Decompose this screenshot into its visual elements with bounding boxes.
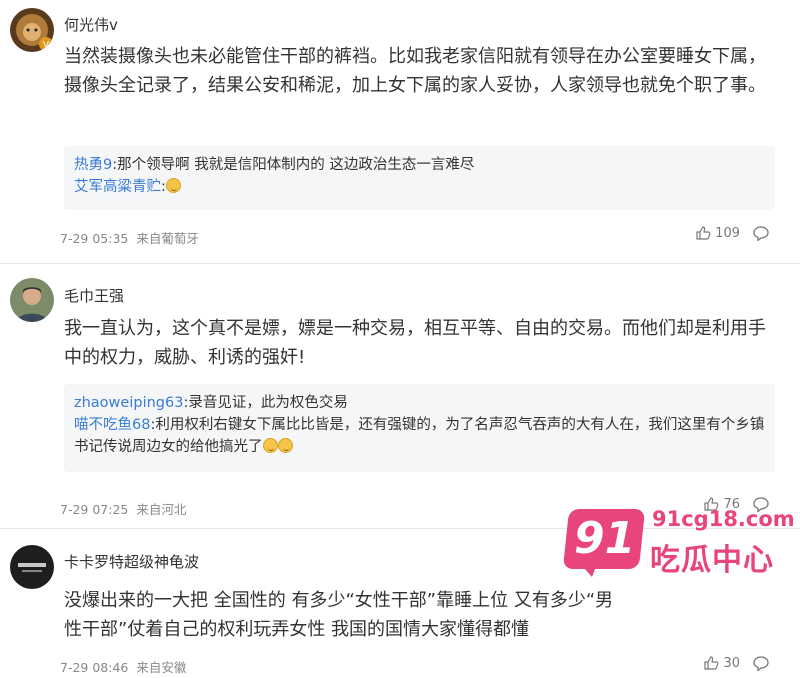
- comment-1: V 何光伟v 当然装摄像头也未必能管住干部的裤裆。比如我老家信阳就有领导在办公室…: [0, 0, 800, 262]
- comment-time: 7-29 05:35: [60, 231, 129, 246]
- comment-meta: 7-29 05:35 来自葡萄牙: [60, 228, 199, 247]
- watermark-site: 91cg18.com: [652, 507, 795, 531]
- reply-box[interactable]: zhaoweiping63:录音见证，此为权色交易 喵不吃鱼68:利用权利右键女…: [64, 384, 775, 472]
- thumbs-up-icon: [696, 226, 711, 240]
- comment-2: 毛巾王强 我一直认为，这个真不是嫖，嫖是一种交易，相互平等、自由的交易。而他们却…: [0, 264, 800, 527]
- avatar[interactable]: [10, 545, 54, 589]
- watermark: 91 91cg18.com 吃瓜中心: [562, 505, 800, 595]
- comment-author[interactable]: 何光伟v: [64, 14, 118, 35]
- watermark-badge-text: 91: [574, 513, 636, 564]
- reply-text: :录音见证，此为权色交易: [183, 395, 348, 411]
- like-count: 30: [723, 655, 740, 671]
- reply-line: 热勇9:那个领导啊 我就是信阳体制内的 这边政治生态一言难尽: [74, 154, 765, 176]
- reply-user[interactable]: 热勇9: [74, 157, 112, 173]
- comment-text: 没爆出来的一大把 全国性的 有多少“女性干部”靠睡上位 又有多少“男性干部”仗着…: [64, 590, 614, 640]
- comment-time: 7-29 08:46: [60, 660, 129, 675]
- comment-author[interactable]: 毛巾王强: [64, 285, 124, 306]
- like-button[interactable]: 30: [703, 655, 740, 671]
- thumbs-up-icon: [704, 656, 719, 670]
- comment-actions: 109: [695, 225, 770, 241]
- comment-text: 我一直认为，这个真不是嫖，嫖是一种交易，相互平等、自由的交易。而他们却是利用手中…: [64, 318, 766, 368]
- comment-source: 来自安徽: [136, 660, 187, 675]
- dark-logo-avatar-icon: [10, 545, 54, 589]
- like-count: 109: [715, 225, 740, 241]
- watermark-name: 吃瓜中心: [650, 543, 774, 578]
- reply-user[interactable]: zhaoweiping63: [74, 395, 183, 411]
- emoji-icon: [262, 438, 278, 453]
- comment-meta: 7-29 07:25 来自河北: [60, 499, 186, 518]
- like-button[interactable]: 109: [695, 225, 740, 241]
- reply-text: :那个领导啊 我就是信阳体制内的 这边政治生态一言难尽: [112, 157, 475, 173]
- svg-text:V: V: [43, 41, 50, 51]
- comment-time: 7-29 07:25: [60, 502, 129, 517]
- comment-meta: 7-29 08:46 来自安徽: [60, 657, 186, 676]
- comment-bubble-icon[interactable]: [752, 225, 770, 241]
- reply-box[interactable]: 热勇9:那个领导啊 我就是信阳体制内的 这边政治生态一言难尽 艾军高粱青贮:: [64, 146, 775, 210]
- comment-actions: 30: [703, 655, 770, 671]
- man-avatar-icon: [10, 278, 54, 322]
- comment-source: 来自河北: [136, 502, 187, 517]
- avatar[interactable]: V: [10, 8, 54, 52]
- reply-text: :利用权利右键女下属比比皆是，还有强键的，为了名声忍气吞声的大有人在，我们这里有…: [74, 417, 765, 455]
- reply-line: zhaoweiping63:录音见证，此为权色交易: [74, 392, 765, 414]
- reply-user[interactable]: 艾军高粱青贮: [74, 179, 161, 195]
- emoji-icon: [277, 438, 293, 453]
- avatar[interactable]: [10, 278, 54, 322]
- reply-user[interactable]: 喵不吃鱼68: [74, 417, 150, 433]
- comment-bubble-icon[interactable]: [752, 655, 770, 671]
- comment-source: 来自葡萄牙: [136, 231, 199, 246]
- reply-line: 喵不吃鱼68:利用权利右键女下属比比皆是，还有强键的，为了名声忍气吞声的大有人在…: [74, 414, 765, 458]
- reply-line: 艾军高粱青贮:: [74, 176, 765, 198]
- emoji-icon: [165, 178, 181, 193]
- comment-author[interactable]: 卡卡罗特超级神龟波: [64, 551, 199, 572]
- comment-text: 当然装摄像头也未必能管住干部的裤裆。比如我老家信阳就有领导在办公室要睡女下属，摄…: [64, 46, 766, 96]
- lion-avatar-icon: V: [10, 8, 54, 52]
